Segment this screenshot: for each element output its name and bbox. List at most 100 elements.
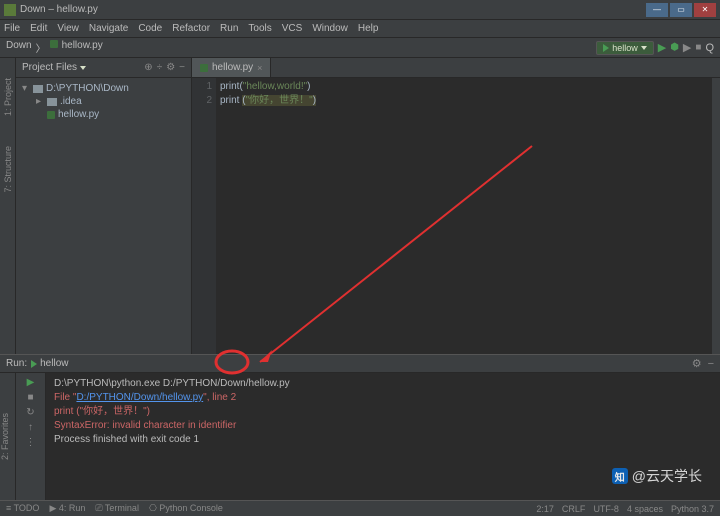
tree-root[interactable]: ▾ D:\PYTHON\Down — [22, 82, 185, 95]
editor-area: hellow.py × 1 2 print("hellow,world!") p… — [192, 58, 720, 354]
minimize-button[interactable]: — — [646, 3, 668, 17]
menu-file[interactable]: File — [4, 23, 20, 34]
close-button[interactable]: ✕ — [694, 3, 716, 17]
hide-panel-icon[interactable]: − — [179, 62, 185, 73]
indent[interactable]: 4 spaces — [627, 504, 663, 514]
breadcrumb-file[interactable]: hellow.py — [62, 40, 103, 55]
rerun-button[interactable]: ▶ — [27, 377, 35, 388]
run-toolbar: ▶ ■ ↻ ↑ ⋮ — [16, 373, 46, 500]
chevron-down-icon — [641, 46, 647, 50]
run-panel-header: Run: hellow ⚙ − — [0, 355, 720, 373]
menu-run[interactable]: Run — [220, 23, 238, 34]
menu-tools[interactable]: Tools — [248, 23, 271, 34]
project-panel-title[interactable]: Project Files — [22, 62, 77, 73]
tree-item-hellow[interactable]: ▸ hellow.py — [22, 108, 185, 121]
menu-refactor[interactable]: Refactor — [172, 23, 210, 34]
search-button[interactable]: Q — [705, 42, 714, 54]
collapse-icon[interactable]: ÷ — [157, 62, 163, 73]
favorites-gutter: 2: Favorites — [0, 373, 16, 500]
folder-icon — [33, 85, 43, 93]
fold-icon[interactable]: ▾ — [22, 83, 30, 94]
status-tab-pyconsole[interactable]: ⎔ Python Console — [149, 503, 223, 514]
menubar: File Edit View Navigate Code Refactor Ru… — [0, 20, 720, 38]
file-link[interactable]: D:/PYTHON/Down/hellow.py — [76, 392, 203, 403]
run-button[interactable]: ▶ — [658, 41, 666, 54]
menu-navigate[interactable]: Navigate — [89, 23, 128, 34]
console-line: File "D:/PYTHON/Down/hellow.py", line 2 — [54, 391, 712, 405]
line-number: 2 — [192, 94, 212, 108]
project-panel-header: Project Files ⊕ ÷ ⚙ − — [16, 58, 191, 78]
gear-icon[interactable]: ⚙ — [166, 62, 175, 73]
tree-item-label: .idea — [60, 96, 82, 107]
tree-item-idea[interactable]: ▸ .idea — [22, 95, 185, 108]
sidetab-structure[interactable]: 7: Structure — [3, 146, 13, 193]
editor-body[interactable]: 1 2 print("hellow,world!") print ("你好，世界… — [192, 78, 720, 354]
hide-panel-icon[interactable]: − — [708, 358, 714, 370]
console-line: Process finished with exit code 1 — [54, 433, 712, 447]
maximize-button[interactable]: ▭ — [670, 3, 692, 17]
sidetab-favorites[interactable]: 2: Favorites — [0, 413, 10, 460]
editor-scrollbar[interactable] — [712, 78, 720, 354]
line-ending[interactable]: CRLF — [562, 504, 586, 514]
editor-tabs: hellow.py × — [192, 58, 720, 78]
play-icon — [31, 360, 37, 368]
status-tab-run[interactable]: ▶ 4: Run — [49, 503, 85, 514]
titlebar: Down – hellow.py — ▭ ✕ — [0, 0, 720, 20]
folder-icon — [47, 98, 57, 106]
menu-window[interactable]: Window — [312, 23, 348, 34]
locate-icon[interactable]: ⊕ — [144, 62, 152, 73]
run-title-prefix: Run: — [6, 358, 27, 369]
editor-tab[interactable]: hellow.py × — [192, 58, 271, 77]
editor-tab-label: hellow.py — [212, 62, 253, 73]
interpreter[interactable]: Python 3.7 — [671, 504, 714, 514]
console-line: SyntaxError: invalid character in identi… — [54, 419, 712, 433]
python-file-icon — [47, 111, 55, 119]
watermark-text: @云天学长 — [632, 466, 702, 486]
code-line[interactable]: print("hellow,world!") — [220, 80, 708, 94]
breadcrumb-root[interactable]: Down — [6, 40, 32, 55]
stop-button[interactable]: ■ — [695, 42, 701, 53]
window-controls: — ▭ ✕ — [646, 3, 716, 17]
encoding[interactable]: UTF-8 — [593, 504, 619, 514]
window-title: Down – hellow.py — [20, 4, 646, 15]
zhihu-icon: 知 — [612, 468, 628, 484]
stop-run-button[interactable]: ■ — [27, 392, 33, 403]
debug-button[interactable]: ⬢ — [670, 42, 679, 53]
run-config-dropdown[interactable]: hellow — [596, 41, 654, 55]
play-icon — [603, 44, 609, 52]
gear-icon[interactable]: ⚙ — [692, 357, 702, 370]
status-tab-terminal[interactable]: ⎚ Terminal — [95, 503, 139, 514]
console-line: D:\PYTHON\python.exe D:/PYTHON/Down/hell… — [54, 377, 712, 391]
tree-root-label: D:\PYTHON\Down — [46, 83, 129, 94]
run-more-button[interactable]: ▶ — [683, 41, 691, 54]
more-button[interactable]: ⋮ — [26, 437, 36, 448]
close-tab-icon[interactable]: × — [257, 63, 262, 73]
status-tab-todo[interactable]: ≡ TODO — [6, 503, 39, 514]
fold-icon[interactable]: ▸ — [36, 96, 44, 107]
main-area: 1: Project 7: Structure Project Files ⊕ … — [0, 58, 720, 354]
menu-vcs[interactable]: VCS — [282, 23, 303, 34]
menu-code[interactable]: Code — [138, 23, 162, 34]
python-file-icon — [50, 40, 58, 48]
line-gutter: 1 2 — [192, 78, 216, 354]
app-icon — [4, 4, 16, 16]
chevron-down-icon[interactable] — [80, 66, 86, 70]
code-area[interactable]: print("hellow,world!") print ("你好，世界！") — [216, 78, 712, 354]
code-line[interactable]: print ("你好，世界！") — [220, 94, 708, 108]
sidetab-project[interactable]: 1: Project — [3, 78, 13, 116]
watermark: 知 @云天学长 — [612, 466, 702, 486]
line-number: 1 — [192, 80, 212, 94]
cursor-position[interactable]: 2:17 — [536, 504, 554, 514]
tree-item-label: hellow.py — [58, 109, 99, 120]
toolbar: Down 〉 hellow.py hellow ▶ ⬢ ▶ ■ Q — [0, 38, 720, 58]
breadcrumb-sep: 〉 — [36, 40, 46, 55]
python-file-icon — [200, 64, 208, 72]
menu-edit[interactable]: Edit — [30, 23, 47, 34]
menu-help[interactable]: Help — [358, 23, 379, 34]
project-panel: Project Files ⊕ ÷ ⚙ − ▾ D:\PYTHON\Down ▸… — [16, 58, 192, 354]
menu-view[interactable]: View — [57, 23, 79, 34]
run-title-name: hellow — [40, 358, 68, 369]
console-line: print ("你好，世界！") — [54, 405, 712, 419]
up-button[interactable]: ↑ — [28, 422, 33, 433]
restart-button[interactable]: ↻ — [26, 407, 34, 418]
